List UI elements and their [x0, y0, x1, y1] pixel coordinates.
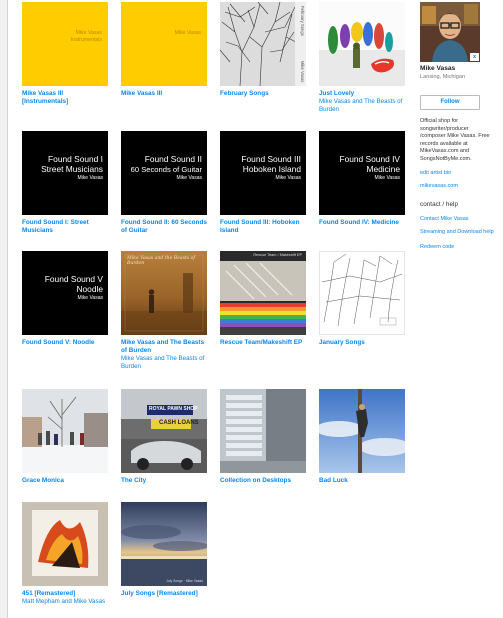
cover-text: ROYAL PAWN SHOP	[149, 406, 198, 412]
album-artist[interactable]: Mike Vasas and The Beasts of Burden	[319, 98, 405, 113]
album-item[interactable]: Mike Vasas and the Beasts of Burden Mike…	[121, 251, 207, 370]
album-title[interactable]: 451 [Remastered]	[22, 590, 108, 598]
album-cover[interactable]: Found Sound V Noodle Mike Vasas	[22, 251, 108, 335]
cover-text: Hoboken Island	[242, 163, 301, 174]
album-cover[interactable]	[220, 389, 306, 473]
album-cover[interactable]: Found Sound II 60 Seconds of Guitar Mike…	[121, 131, 207, 215]
album-item[interactable]: ROYAL PAWN SHOP CASH LOANS The City	[121, 389, 207, 485]
album-cover[interactable]	[319, 251, 405, 335]
cover-text: Medicine	[366, 163, 400, 174]
cover-text: Mike Vasas and the Beasts of Burden	[127, 256, 196, 266]
album-item[interactable]: Mike Vasas Mike Vasas III	[121, 2, 207, 98]
contact-heading: contact / help	[420, 201, 459, 208]
album-item[interactable]: Found Sound IV Medicine Mike Vasas Found…	[319, 131, 405, 227]
cover-text: Instrumentals	[70, 36, 102, 43]
album-item[interactable]: Found Sound III Hoboken Island Mike Vasa…	[220, 131, 306, 235]
streaming-help-link[interactable]: Streaming and Download help	[420, 229, 494, 237]
cover-text: CASH LOANS	[159, 420, 199, 426]
album-item[interactable]: Just Lovely Mike Vasas and The Beasts of…	[319, 2, 405, 113]
album-cover[interactable]	[319, 2, 405, 86]
cover-text: Mike Vasas	[77, 295, 103, 301]
album-cover[interactable]	[22, 502, 108, 586]
album-artist[interactable]: Mike Vasas and The Beasts of Burden	[121, 355, 207, 370]
artist-location: Lansing, Michigan	[420, 74, 466, 80]
artist-sidebar: x Mike Vasas Lansing, Michigan Follow Of…	[420, 2, 494, 250]
album-cover[interactable]: February Songs Mike Vasas	[220, 2, 306, 86]
album-title[interactable]: Bad Luck	[319, 477, 405, 485]
album-title[interactable]: Found Sound II: 60 Seconds of Guitar	[121, 219, 207, 235]
cover-text: 60 Seconds of Guitar	[130, 164, 202, 174]
cover-text: Noodle	[76, 283, 103, 294]
album-title[interactable]: Just Lovely	[319, 90, 405, 98]
artist-name[interactable]: Mike Vasas	[420, 65, 494, 72]
album-cover[interactable]: Mike Vasas	[121, 2, 207, 86]
album-cover[interactable]: Mike Vasas and the Beasts of Burden	[121, 251, 207, 335]
album-title[interactable]: July Songs [Remastered]	[121, 590, 207, 598]
page: Mike Vasas Instrumentals Mike Vasas III …	[7, 0, 503, 618]
close-icon[interactable]: x	[470, 53, 479, 61]
album-item[interactable]: Found Sound V Noodle Mike Vasas Found So…	[22, 251, 108, 347]
cover-text: Found Sound II	[144, 154, 202, 164]
website-link[interactable]: mikevasas.com	[420, 183, 494, 189]
cover-text: Mike Vasas	[176, 175, 202, 181]
album-title[interactable]: Found Sound III: Hoboken Island	[220, 219, 306, 235]
cover-text: Mike Vasas	[77, 175, 103, 181]
album-title[interactable]: Grace Monica	[22, 477, 108, 485]
album-title[interactable]: January Songs	[319, 339, 405, 347]
album-title[interactable]: Mike Vasas III	[121, 90, 207, 98]
follow-button[interactable]: Follow	[420, 95, 480, 110]
album-item[interactable]: Mike Vasas Instrumentals Mike Vasas III …	[22, 2, 108, 106]
cover-text: Mike Vasas	[300, 60, 305, 82]
cover-text: Mike Vasas	[174, 30, 201, 36]
album-cover[interactable]: Rescue Team / Makeshift EP	[220, 251, 306, 335]
album-artist[interactable]: Matt Mepham and Mike Vasas	[22, 598, 108, 606]
album-title[interactable]: The City	[121, 477, 207, 485]
album-title[interactable]: Mike Vasas III [Instrumentals]	[22, 90, 108, 106]
album-cover[interactable]: Found Sound I Street Musicians Mike Vasa…	[22, 131, 108, 215]
album-item[interactable]: Found Sound II 60 Seconds of Guitar Mike…	[121, 131, 207, 235]
album-item[interactable]: Rescue Team / Makeshift EP Rescue Team/M…	[220, 251, 306, 347]
album-item[interactable]: Found Sound I Street Musicians Mike Vasa…	[22, 131, 108, 235]
cover-text: July Songs · Mike Vasas	[166, 579, 203, 583]
album-cover[interactable]: July Songs · Mike Vasas	[121, 502, 207, 586]
contact-link[interactable]: Contact Mike Vasas	[420, 216, 494, 222]
album-title[interactable]: Collection on Desktops	[220, 477, 306, 485]
album-title[interactable]: Rescue Team/Makeshift EP	[220, 339, 306, 347]
album-title[interactable]: Found Sound IV: Medicine	[319, 219, 405, 227]
cover-text: Street Musicians	[41, 163, 103, 174]
cover-text: Mike Vasas	[275, 175, 301, 181]
album-title[interactable]: Mike Vasas and The Beasts of Burden	[121, 339, 207, 355]
album-title[interactable]: February Songs	[220, 90, 306, 98]
album-title[interactable]: Found Sound V: Noodle	[22, 339, 108, 347]
cover-text: Mike Vasas	[374, 175, 400, 181]
album-item[interactable]: January Songs	[319, 251, 405, 347]
album-item[interactable]: Grace Monica	[22, 389, 108, 485]
album-item[interactable]: 451 [Remastered] Matt Mepham and Mike Va…	[22, 502, 108, 606]
album-item[interactable]: Collection on Desktops	[220, 389, 306, 485]
edit-bio-link[interactable]: edit artist bio	[420, 170, 494, 176]
artist-bio: Official shop for songwriter/producer /c…	[420, 118, 490, 162]
album-cover[interactable]: Mike Vasas Instrumentals	[22, 2, 108, 86]
album-cover[interactable]: ROYAL PAWN SHOP CASH LOANS	[121, 389, 207, 473]
cover-text: Mike Vasas	[75, 30, 102, 36]
album-cover[interactable]	[22, 389, 108, 473]
album-title[interactable]: Found Sound I: Street Musicians	[22, 219, 108, 235]
redeem-code-link[interactable]: Redeem code	[420, 244, 494, 250]
album-item[interactable]: Bad Luck	[319, 389, 405, 485]
album-cover[interactable]: Found Sound IV Medicine Mike Vasas	[319, 131, 405, 215]
album-cover[interactable]	[319, 389, 405, 473]
album-cover[interactable]: Found Sound III Hoboken Island Mike Vasa…	[220, 131, 306, 215]
avatar[interactable]: x	[420, 2, 480, 62]
album-item[interactable]: February Songs Mike Vasas February Songs	[220, 2, 306, 98]
cover-text: February Songs	[300, 6, 305, 36]
cover-text: Rescue Team / Makeshift EP	[253, 253, 302, 257]
album-item[interactable]: July Songs · Mike Vasas July Songs [Rema…	[121, 502, 207, 598]
